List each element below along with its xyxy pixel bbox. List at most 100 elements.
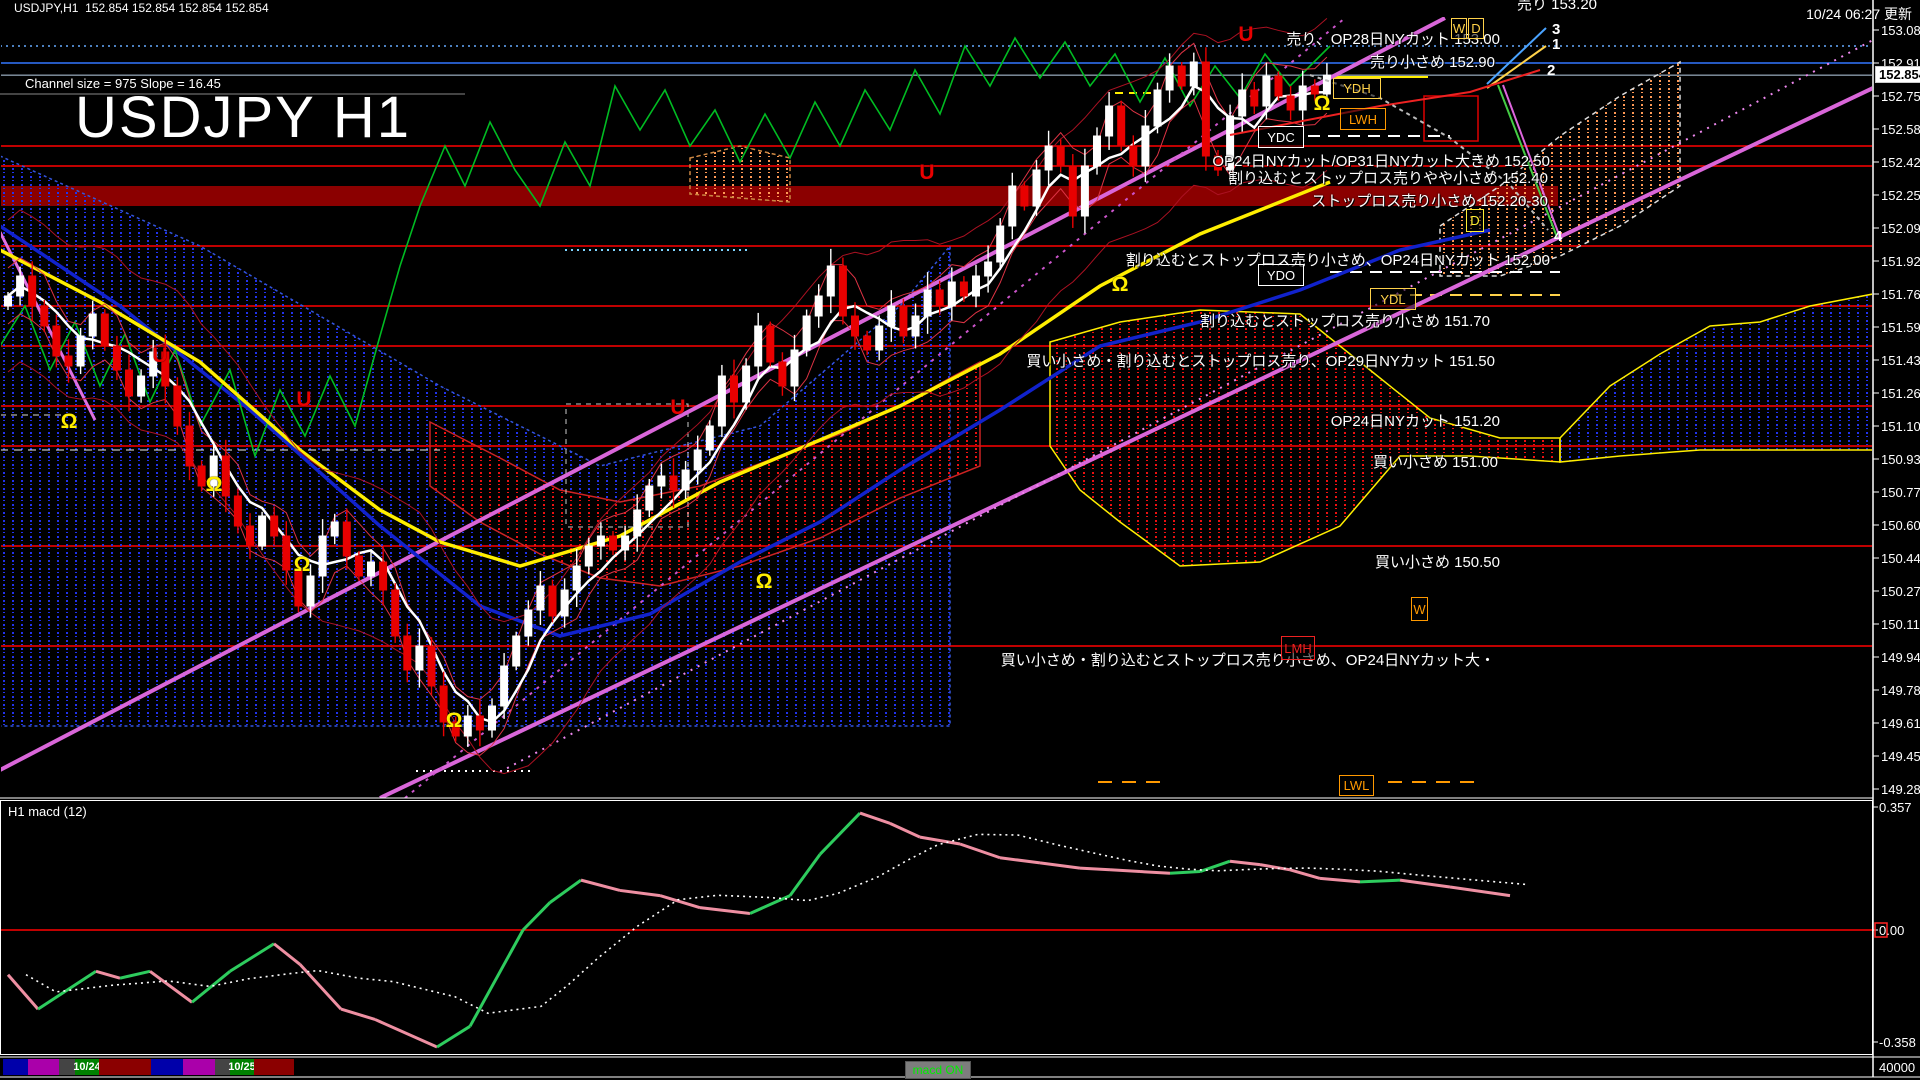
candle-bear (1251, 90, 1258, 106)
price-axis-label: 149.780 (1881, 683, 1920, 698)
candle-bull (89, 314, 96, 336)
price-axis-label: 152.420 (1881, 155, 1920, 170)
trade-annotation: 割り込むとストップロス売りやや小さめ 152.40 (1228, 167, 1548, 188)
candle-bull (77, 336, 84, 366)
candle-bull (791, 350, 798, 386)
candle-bear (960, 282, 967, 296)
price-axis-label: 152.255 (1881, 188, 1920, 203)
candle-bull (1263, 76, 1270, 106)
candle-bear (779, 362, 786, 386)
candle-bear (392, 590, 399, 636)
candle-bear (549, 586, 556, 616)
cloud-blue-left (0, 156, 950, 726)
price-axis-label: 149.450 (1881, 749, 1920, 764)
candle-bull (622, 536, 629, 550)
sell-signal-icon: U (919, 161, 934, 185)
candle-bull (597, 536, 604, 546)
candle-bull (1190, 62, 1197, 86)
level-box-lwh: LWH (1340, 108, 1386, 130)
price-axis-label: 152.750 (1881, 89, 1920, 104)
candle-bear (767, 326, 774, 362)
candle-bull (646, 486, 653, 510)
candle-bear (731, 376, 738, 402)
sell-signal-icon: U (152, 344, 167, 368)
candle-bull (1239, 90, 1246, 116)
candle-bear (670, 476, 677, 490)
candle-bear (355, 556, 362, 576)
session-segment (28, 1059, 59, 1075)
candle-bull (1299, 86, 1306, 110)
price-axis-label: 150.770 (1881, 485, 1920, 500)
sell-signal-icon: U (670, 396, 685, 420)
candle-bear (428, 646, 435, 686)
level-box-lwl: LWL (1339, 775, 1374, 796)
price-axis-label: 150.110 (1881, 617, 1920, 632)
candle-bull (924, 290, 931, 316)
candle-bull (694, 450, 701, 470)
price-axis-label: 152.090 (1881, 221, 1920, 236)
candle-bear (610, 536, 617, 550)
trade-annotation: OP24日NYカット 151.20 (1331, 410, 1500, 431)
candle-bear (1057, 146, 1064, 166)
wave-label-2: 2 (1547, 62, 1555, 79)
trade-annotation: 買い小さめ 150.50 (1375, 551, 1500, 572)
level-box-ydl: YDL (1370, 288, 1416, 310)
candle-bull (706, 426, 713, 450)
candle-bull (815, 296, 822, 316)
candle-bear (113, 346, 120, 370)
candle-bull (319, 536, 326, 576)
candle-bear (222, 456, 229, 496)
candle-bull (1009, 186, 1016, 226)
trade-annotation: 割り込むとストップロス売り小さめ、OP24日NYカット 152.00 (1126, 249, 1550, 270)
candle-bull (1081, 166, 1088, 216)
candle-bull (658, 476, 665, 486)
candle-bear (1202, 62, 1209, 156)
price-axis-label: 149.945 (1881, 650, 1920, 665)
candle-bull (755, 326, 762, 366)
candle-bull (307, 576, 314, 606)
trade-annotation: 買い小さめ・割り込むとストップロス売り、OP29日NYカット 151.50 (1026, 350, 1495, 371)
candle-bear (283, 536, 290, 570)
candle-bull (718, 376, 725, 426)
candle-bull (1045, 146, 1052, 170)
candle-bear (1287, 96, 1294, 110)
candle-bear (186, 426, 193, 466)
candle-bull (876, 326, 883, 350)
candle-bear (476, 716, 483, 730)
volume-axis-label: 40000 (1879, 1060, 1915, 1075)
wave-label-4: 4 (1554, 228, 1562, 245)
candle-bull (416, 646, 423, 670)
level-box-lmh: LMH (1281, 636, 1315, 660)
buy-signal-icon: Ω (1314, 92, 1331, 116)
candle-bear (247, 526, 254, 546)
price-axis-label: 151.595 (1881, 320, 1920, 335)
window-title: USDJPY,H1 152.854 152.854 152.854 152.85… (14, 1, 269, 15)
session-segment (3, 1059, 28, 1075)
macd-axis-label: -0.358 (1879, 1035, 1916, 1050)
candle-bull (997, 226, 1004, 262)
candle-bear (1275, 76, 1282, 96)
candle-bull (561, 590, 568, 616)
candle-bear (936, 290, 943, 306)
candle-bull (501, 666, 508, 706)
sell-signal-icon: U (1238, 23, 1253, 47)
trade-annotation: ストップロス売り小さめ 152.20-30 (1311, 190, 1548, 211)
candle-bull (1154, 90, 1161, 126)
macd-axis-label: 0.357 (1879, 800, 1912, 815)
candle-bear (198, 466, 205, 486)
candle-bear (65, 356, 72, 366)
price-axis-label: 150.935 (1881, 452, 1920, 467)
sell-signal-icon: U (296, 388, 311, 412)
candle-bull (513, 636, 520, 666)
level-box-w: W (1451, 18, 1467, 39)
macd-toggle-button[interactable]: macd ON (905, 1061, 971, 1079)
price-axis-label: 153.080 (1881, 23, 1920, 38)
candle-bull (489, 706, 496, 730)
candle-bull (827, 266, 834, 296)
candle-bull (573, 566, 580, 590)
candle-bull (803, 316, 810, 350)
chart-canvas[interactable] (0, 0, 1920, 1080)
candle-bear (404, 636, 411, 670)
level-box-d: D (1466, 209, 1484, 232)
candle-bull (1106, 106, 1113, 136)
